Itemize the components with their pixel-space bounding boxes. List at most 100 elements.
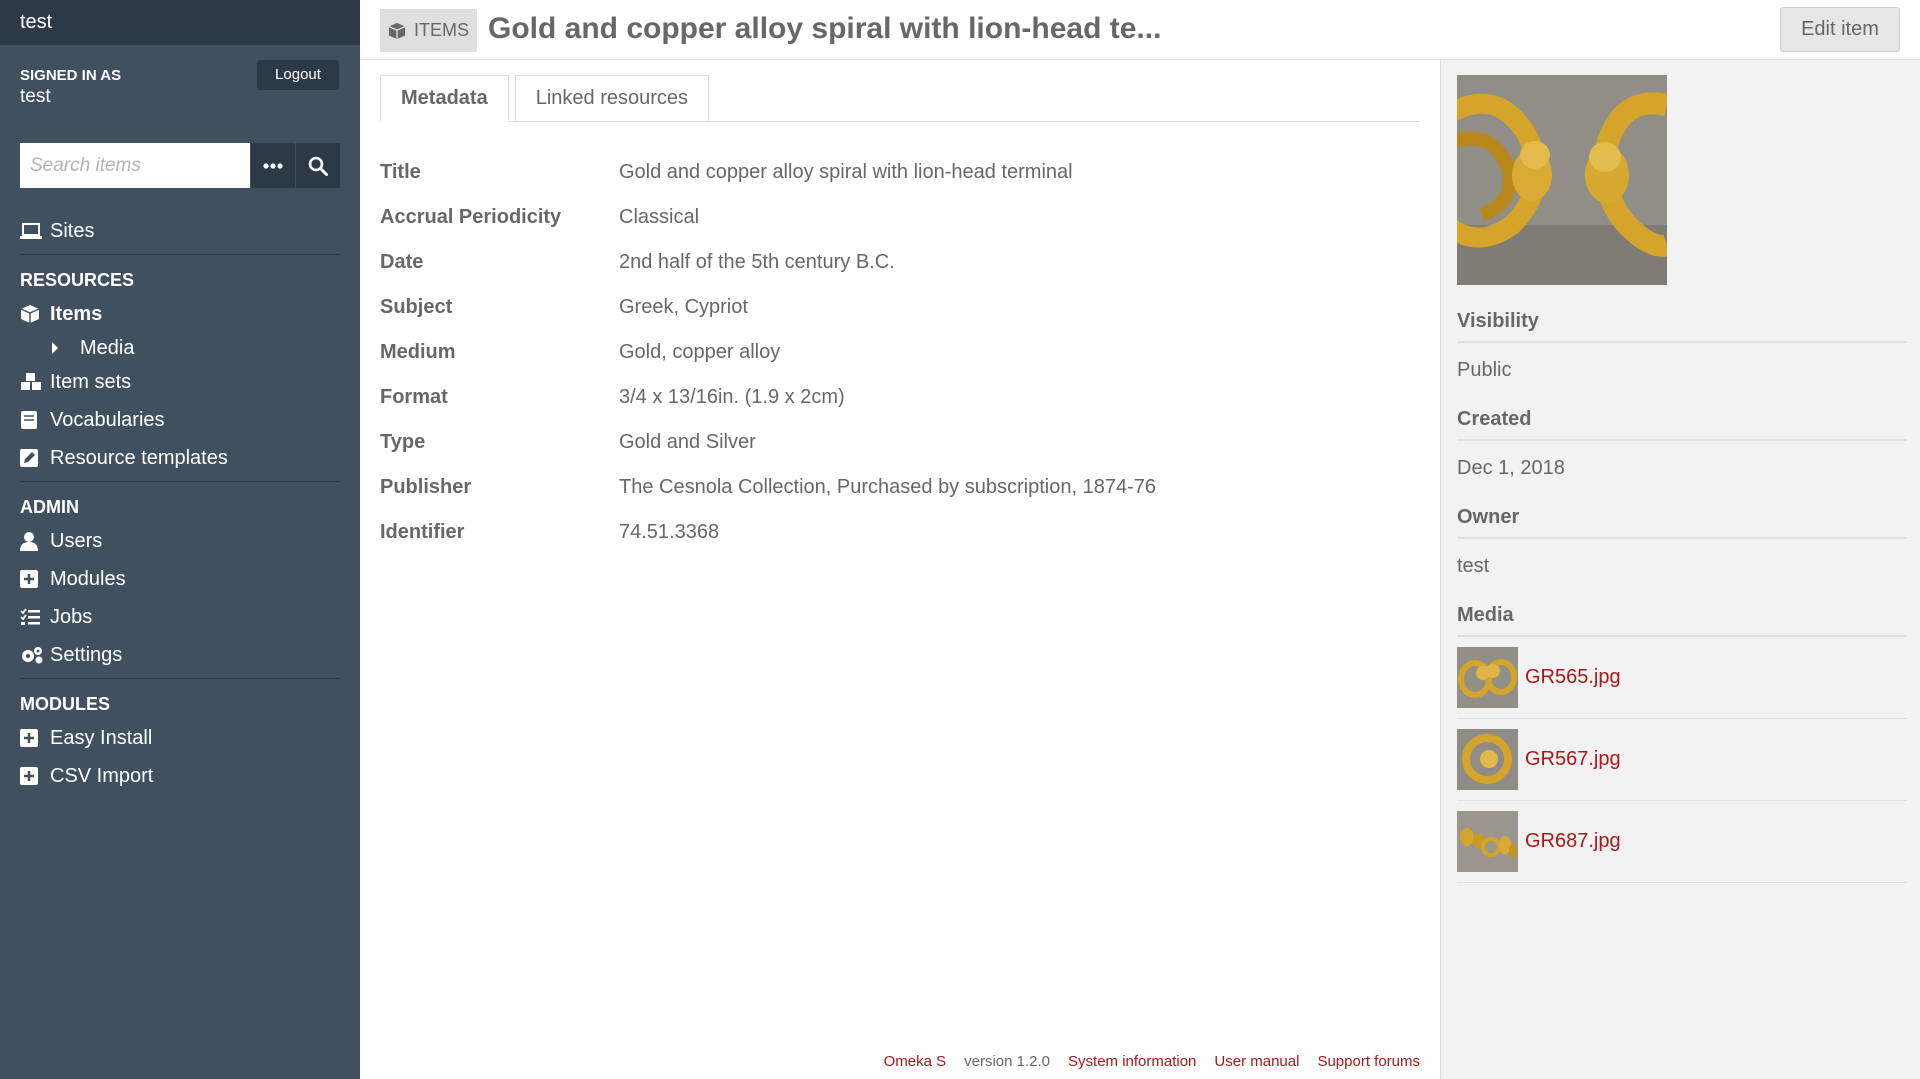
property-name: Identifier (380, 521, 465, 543)
sidebar: test SIGNED IN AS test Logout Sites RESO… (0, 0, 360, 1079)
ellipsis-icon (263, 162, 283, 169)
sidebar-item-label: Resource templates (50, 446, 228, 469)
search-button[interactable] (295, 143, 340, 188)
media-item[interactable]: GR687.jpg (1457, 801, 1907, 883)
property-value: Greek, Cypriot (619, 296, 748, 318)
property-value: Gold and Silver (619, 431, 756, 453)
system-information-link[interactable]: System information (1068, 1053, 1196, 1070)
property-row: Identifier 74.51.3368 (380, 510, 1420, 555)
item-sidebar: Visibility Public Created Dec 1, 2018 Ow… (1440, 60, 1920, 1079)
property-name: Subject (380, 296, 453, 318)
omeka-link[interactable]: Omeka S (884, 1053, 947, 1070)
visibility-label: Visibility (1457, 310, 1907, 343)
created-label: Created (1457, 408, 1907, 441)
tab-linked-resources[interactable]: Linked resources (514, 75, 710, 121)
sidebar-item-csv-import[interactable]: CSV Import (20, 757, 340, 795)
property-name: Accrual Periodicity (380, 206, 562, 228)
divider (20, 254, 340, 255)
sidebar-item-easy-install[interactable]: Easy Install (20, 719, 340, 757)
edit-item-button[interactable]: Edit item (1780, 7, 1900, 52)
sidebar-item-jobs[interactable]: Jobs (20, 598, 340, 636)
media-thumbnail[interactable] (1457, 729, 1518, 790)
property-row: Accrual Periodicity Classical (380, 195, 1420, 240)
property-name: Format (380, 386, 448, 408)
sidebar-item-label: Items (50, 302, 103, 325)
search-form (20, 143, 340, 188)
sidebar-item-item-sets[interactable]: Item sets (20, 363, 340, 401)
sidebar-item-label: Media (80, 336, 135, 359)
sidebar-item-users[interactable]: Users (20, 522, 340, 560)
sidebar-item-label: Easy Install (50, 726, 153, 749)
media-label: Media (1457, 604, 1907, 637)
site-title[interactable]: test (0, 0, 360, 45)
breadcrumb-label: ITEMS (414, 20, 470, 40)
sidebar-item-items[interactable]: Items (20, 295, 340, 333)
property-row: Subject Greek, Cypriot (380, 285, 1420, 330)
resources-heading: RESOURCES (20, 270, 135, 290)
user-manual-link[interactable]: User manual (1214, 1053, 1299, 1070)
cube-icon (388, 22, 406, 40)
user-icon (20, 531, 50, 551)
sidebar-item-vocabularies[interactable]: Vocabularies (20, 401, 340, 439)
laptop-icon (20, 222, 50, 240)
version-text: version 1.2.0 (964, 1053, 1051, 1070)
media-item[interactable]: GR565.jpg (1457, 637, 1907, 719)
property-value: Gold and copper alloy spiral with lion-h… (619, 161, 1073, 183)
created-value: Dec 1, 2018 (1457, 457, 1565, 479)
page-header: ITEMS Gold and copper alloy spiral with … (360, 0, 1920, 60)
media-thumbnail[interactable] (1457, 811, 1518, 872)
property-value: 3/4 x 13/16in. (1.9 x 2cm) (619, 386, 845, 408)
item-meta: Visibility Public Created Dec 1, 2018 Ow… (1457, 310, 1907, 883)
main-content: Metadata Linked resources Title Gold and … (380, 60, 1420, 1079)
search-input[interactable] (20, 143, 250, 188)
media-link[interactable]: GR565.jpg (1525, 666, 1621, 689)
media-item[interactable]: GR567.jpg (1457, 719, 1907, 801)
plus-square-icon (20, 767, 50, 785)
advanced-search-button[interactable] (250, 143, 295, 188)
sidebar-item-label: Settings (50, 643, 123, 666)
sidebar-item-sites[interactable]: Sites (20, 212, 340, 250)
media-link[interactable]: GR687.jpg (1525, 830, 1621, 853)
media-link[interactable]: GR567.jpg (1525, 748, 1621, 771)
sidebar-item-label: Item sets (50, 370, 132, 393)
divider (20, 678, 340, 679)
sidebar-item-label: Vocabularies (50, 408, 165, 431)
page-title: Gold and copper alloy spiral with lion-h… (488, 12, 1162, 45)
sidebar-item-label: Modules (50, 567, 126, 590)
divider (20, 481, 340, 482)
media-thumbnail[interactable] (1457, 647, 1518, 708)
sidebar-item-modules[interactable]: Modules (20, 560, 340, 598)
caret-right-icon (50, 341, 80, 355)
property-row: Format 3/4 x 13/16in. (1.9 x 2cm) (380, 375, 1420, 420)
user-bar: SIGNED IN AS test Logout (0, 45, 360, 125)
cubes-icon (20, 372, 50, 392)
sidebar-item-media[interactable]: Media (20, 333, 340, 363)
item-thumbnail[interactable] (1457, 75, 1667, 285)
book-icon (20, 410, 50, 430)
plus-square-icon (20, 570, 50, 588)
property-list: Title Gold and copper alloy spiral with l… (380, 150, 1420, 555)
footer: Omeka S version 1.2.0 System information… (866, 1053, 1420, 1070)
property-row: Date 2nd half of the 5th century B.C. (380, 240, 1420, 285)
search-icon (308, 156, 328, 176)
section-tabs: Metadata Linked resources (380, 75, 1420, 122)
property-row: Title Gold and copper alloy spiral with l… (380, 150, 1420, 195)
property-row: Type Gold and Silver (380, 420, 1420, 465)
logout-button[interactable]: Logout (257, 60, 339, 90)
sidebar-item-resource-templates[interactable]: Resource templates (20, 439, 340, 477)
property-name: Date (380, 251, 424, 273)
support-forums-link[interactable]: Support forums (1317, 1053, 1420, 1070)
tab-metadata[interactable]: Metadata (380, 75, 509, 122)
property-value: 2nd half of the 5th century B.C. (619, 251, 895, 273)
visibility-value: Public (1457, 359, 1512, 381)
property-value: Gold, copper alloy (619, 341, 781, 363)
pencil-square-icon (20, 449, 50, 467)
sidebar-item-label: Sites (50, 219, 95, 242)
sidebar-item-label: Users (50, 529, 103, 552)
property-value: The Cesnola Collection, Purchased by sub… (619, 476, 1156, 498)
owner-label: Owner (1457, 506, 1907, 539)
modules-heading: MODULES (20, 694, 110, 714)
sidebar-nav: Sites RESOURCES Items Media Item sets Vo… (20, 212, 340, 795)
sidebar-item-settings[interactable]: Settings (20, 636, 340, 674)
cogs-icon (20, 645, 50, 665)
